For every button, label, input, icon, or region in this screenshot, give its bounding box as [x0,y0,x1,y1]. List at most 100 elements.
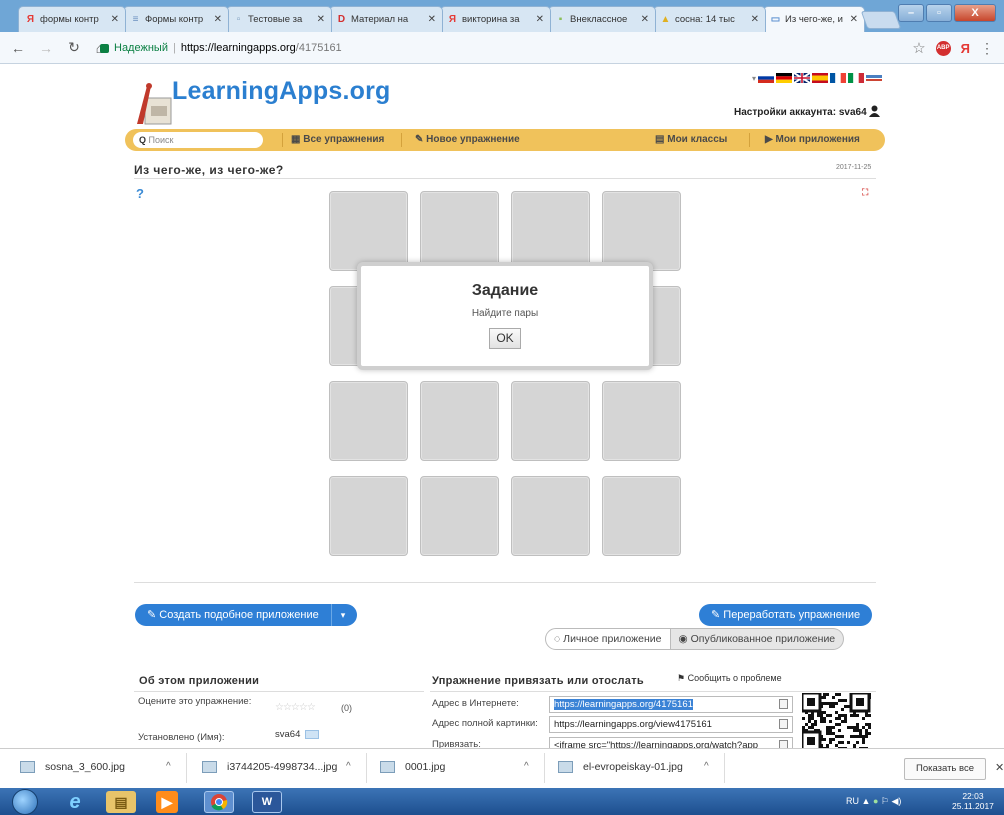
close-downloads-icon[interactable]: ✕ [995,761,1004,774]
help-icon[interactable]: ? [136,186,150,201]
dropdown-caret-icon[interactable]: ▾ [330,604,345,626]
memory-card[interactable] [511,476,590,556]
flag-fr-icon[interactable] [830,73,847,83]
maximize-button[interactable]: ▫ [926,4,952,22]
copy-icon[interactable] [779,719,788,729]
close-tab-icon[interactable]: ✕ [428,14,436,25]
edit-icon: ✎ [147,609,157,621]
memory-card[interactable] [511,381,590,461]
memory-card[interactable] [420,476,499,556]
site-logo[interactable]: LearningApps.org [172,77,390,106]
nav-new-exercise[interactable]: ✎ Новое упражнение [415,134,520,145]
bookmark-star-icon[interactable]: ☆ [912,39,925,57]
memory-card[interactable] [329,476,408,556]
memory-card[interactable] [329,381,408,461]
fullscreen-icon[interactable]: ⛶ [862,187,868,198]
reload-icon[interactable]: ↻ [64,39,84,56]
forward-icon[interactable]: → [36,40,56,56]
close-tab-icon[interactable]: ✕ [751,14,759,25]
fullpic-address-value: https://learningapps.org/view4175161 [554,719,712,730]
flag-it-icon[interactable] [848,73,865,83]
browser-tab[interactable]: ▭ Из чего-же, и ✕ [763,6,865,32]
flag-ru-icon[interactable] [758,73,775,83]
close-tab-icon[interactable]: ✕ [536,14,544,25]
copy-icon[interactable] [779,740,788,748]
memory-card[interactable] [420,381,499,461]
language-dropdown-icon[interactable]: ▾ [752,74,756,83]
tray-expand-icon[interactable]: ▲ [862,796,871,806]
show-all-downloads-button[interactable]: Показать все [904,758,986,780]
close-tab-icon[interactable]: ✕ [850,14,858,25]
close-tab-icon[interactable]: ✕ [641,14,649,25]
network-icon[interactable]: ● [873,796,878,806]
author-name[interactable]: sva64 [275,729,300,740]
download-item[interactable]: i3744205-4998734...jpg [202,761,337,773]
memory-card[interactable] [329,191,408,271]
browser-tab[interactable]: Яформы контр ✕ [18,6,126,32]
adblock-icon[interactable]: ABP [935,40,951,56]
download-item[interactable]: el-evropeiskay-01.jpg [558,761,683,773]
close-window-button[interactable]: X [954,4,996,22]
search-input[interactable]: Q Поиск [133,132,263,148]
flag-es-icon[interactable] [812,73,829,83]
close-tab-icon[interactable]: ✕ [317,14,325,25]
new-tab-button[interactable] [860,11,902,29]
ie-icon[interactable]: e [60,791,90,813]
media-player-icon[interactable]: ▶ [156,791,178,813]
explorer-icon[interactable]: ▤ [106,791,136,813]
memory-card[interactable] [602,381,681,461]
flag-en-icon[interactable] [794,73,811,83]
word-icon[interactable]: W [252,791,282,813]
download-menu-icon[interactable]: ^ [524,761,529,772]
qr-code-icon[interactable] [802,693,872,748]
chrome-icon[interactable] [204,791,234,813]
nav-all-exercises[interactable]: ▦ Все упражнения [291,134,384,145]
start-button[interactable] [12,789,38,815]
create-similar-button[interactable]: ✎ Создать подобное приложение ▾ [135,604,358,626]
memory-card[interactable] [420,191,499,271]
browser-tab[interactable]: ▫ Тестовые за ✕ [226,6,332,32]
published-app-tab[interactable]: ◉ Опубликованное приложение [670,628,845,650]
report-problem-link[interactable]: ⚑ Сообщить о проблеме [677,673,782,684]
nav-my-apps[interactable]: ▶ Мои приложения [765,134,860,145]
language-indicator[interactable]: RU [846,796,859,806]
clock[interactable]: 22:03 25.11.2017 [952,791,994,811]
language-flags: ▾ [752,73,883,83]
minimize-button[interactable]: – [898,4,924,22]
browser-tab[interactable]: ≡ Формы контр ✕ [123,6,229,32]
back-icon[interactable]: ← [8,40,28,56]
browser-tab[interactable]: Явикторина за ✕ [440,6,551,32]
flag-de-icon[interactable] [776,73,793,83]
browser-menu-icon[interactable]: ⋮ [980,40,994,57]
browser-tab[interactable]: ▲ сосна: 14 тыс ✕ [653,6,766,32]
ok-button[interactable]: OK [489,328,521,349]
close-tab-icon[interactable]: ✕ [214,14,222,25]
flag-tray-icon[interactable]: ⚐ [881,796,889,806]
private-app-tab[interactable]: ◌ Личное приложение [545,628,671,650]
embed-code-field[interactable]: <iframe src="https://learningapps.org/wa… [549,737,793,748]
memory-card[interactable] [602,476,681,556]
rating-stars[interactable]: ☆☆☆☆☆ [275,702,316,713]
flag-other-icon[interactable] [866,73,883,83]
download-item[interactable]: 0001.jpg [380,761,445,773]
account-settings-link[interactable]: Настройки аккаунта: sva64 [734,107,867,118]
fullpic-address-field[interactable]: https://learningapps.org/view4175161 [549,716,793,733]
nav-my-classes[interactable]: ▤ Мои классы [655,134,727,145]
copy-icon[interactable] [779,699,788,709]
yandex-extension-icon[interactable]: Я [961,41,970,56]
learningapps-logo-icon[interactable] [135,78,175,128]
browser-tab[interactable]: ▪ Внеклассное ✕ [548,6,656,32]
download-menu-icon[interactable]: ^ [704,761,709,772]
download-menu-icon[interactable]: ^ [346,761,351,772]
download-menu-icon[interactable]: ^ [166,761,171,772]
address-bar[interactable]: Надежный | https://learningapps.org/4175… [100,37,915,59]
rework-button[interactable]: ✎ Переработать упражнение [699,604,873,626]
download-item[interactable]: sosna_3_600.jpg [20,761,125,773]
browser-tab[interactable]: D Материал на ✕ [329,6,443,32]
volume-icon[interactable]: ◀) [892,796,902,806]
memory-card[interactable] [511,191,590,271]
close-tab-icon[interactable]: ✕ [111,14,119,25]
memory-card[interactable] [602,191,681,271]
web-address-field[interactable]: https://learningapps.org/4175161 [549,696,793,713]
user-icon[interactable] [868,105,881,117]
